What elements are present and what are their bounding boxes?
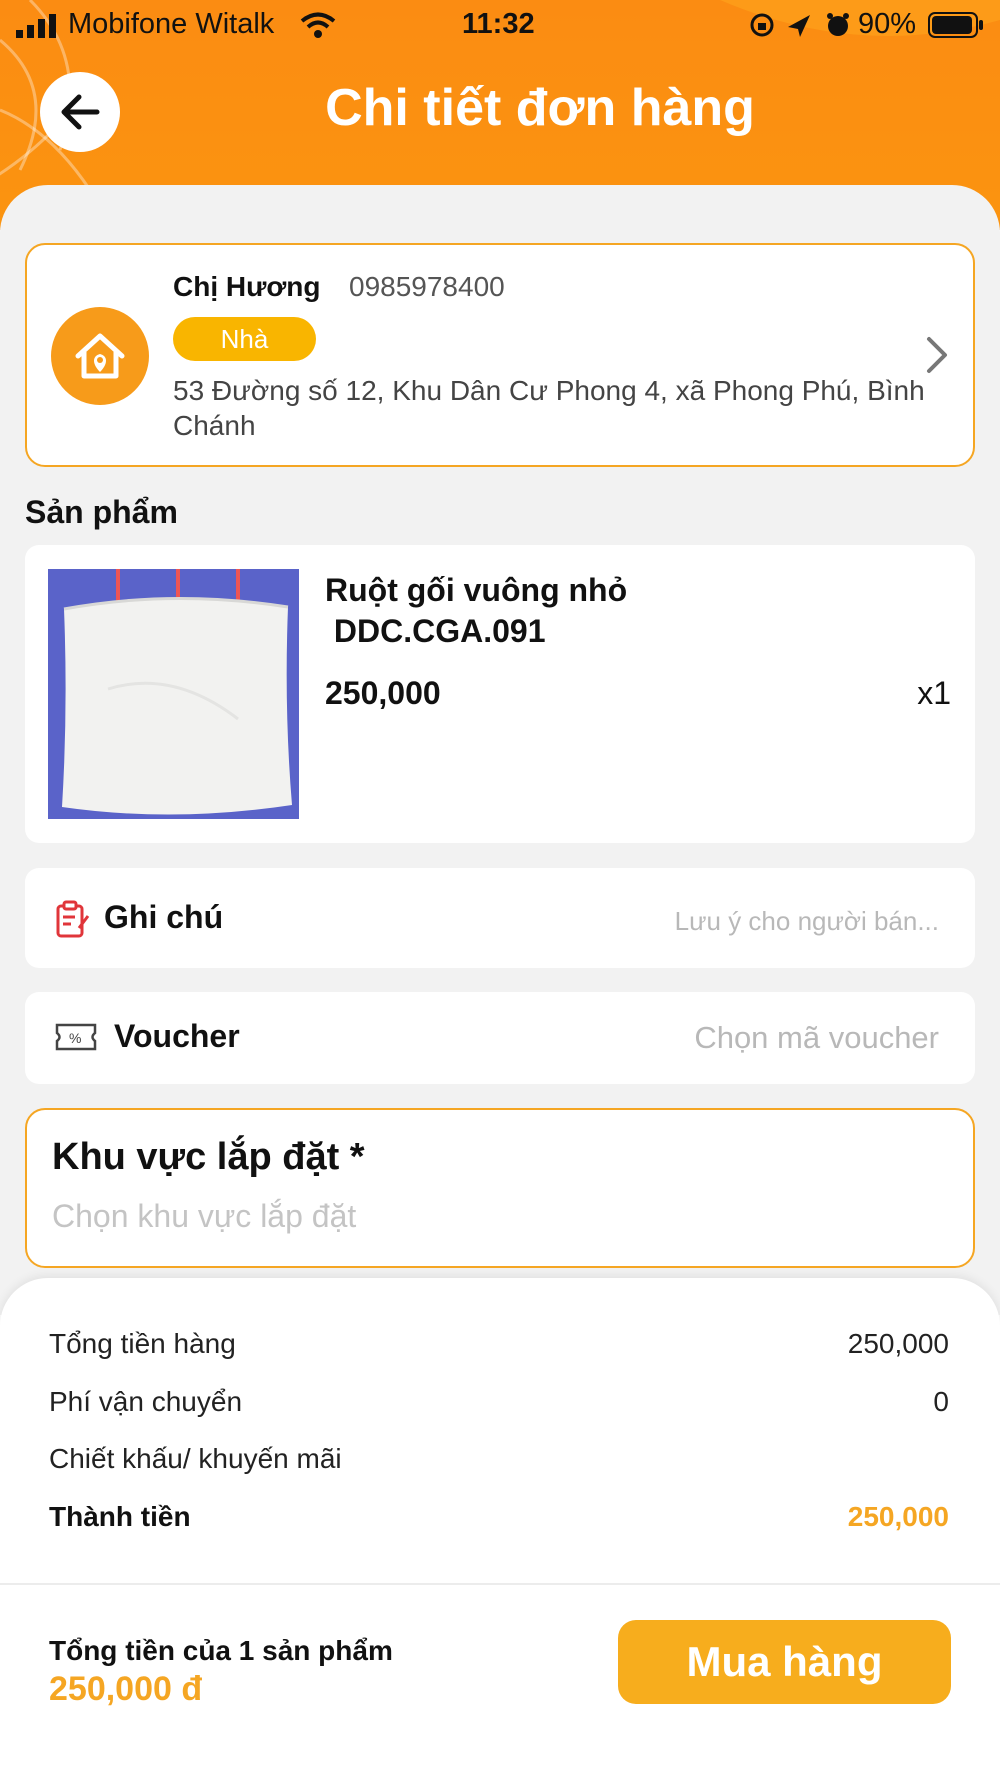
shipping-label: Phí vận chuyển	[49, 1386, 243, 1417]
battery-icon	[928, 12, 983, 38]
alarm-icon	[827, 13, 849, 36]
carrier-name: Mobifone Witalk	[68, 8, 275, 40]
home-location-icon	[51, 307, 149, 405]
products-section-title: Sản phẩm	[25, 494, 178, 530]
wifi-icon	[300, 12, 336, 38]
product-image	[48, 569, 299, 819]
product-price: 250,000	[325, 675, 441, 711]
status-bar: Mobifone Witalk 11:32 90%	[0, 0, 1000, 52]
signal-icon	[16, 14, 56, 38]
battery-percent: 90%	[858, 8, 917, 40]
footer-total-amount: 250,000 đ	[49, 1670, 203, 1708]
product-item[interactable]: Ruột gối vuông nhỏ DDC.CGA.091 250,000 x…	[25, 545, 975, 843]
subtotal-value: 250,000	[847, 1328, 949, 1359]
product-name: Ruột gối vuông nhỏ DDC.CGA.091	[325, 572, 628, 649]
note-input[interactable]: Lưu ý cho người bán...	[675, 906, 939, 937]
note-label: Ghi chú	[104, 899, 224, 935]
voucher-ticket-icon: %	[55, 1023, 97, 1051]
buy-button[interactable]: Mua hàng	[618, 1620, 951, 1704]
install-area-title: Khu vực lắp đặt *	[52, 1136, 365, 1178]
address-line: 53 Đường số 12, Khu Dân Cư Phong 4, xã P…	[173, 375, 925, 441]
voucher-label: Voucher	[114, 1018, 240, 1054]
svg-text:%: %	[69, 1030, 81, 1046]
note-row[interactable]: Ghi chú Lưu ý cho người bán...	[25, 868, 975, 968]
discount-label: Chiết khấu/ khuyến mãi	[49, 1443, 342, 1474]
shipping-value: 0	[933, 1386, 949, 1417]
footer-divider	[0, 1583, 1000, 1585]
install-area-field[interactable]: Khu vực lắp đặt * Chọn khu vực lắp đặt	[25, 1108, 975, 1268]
location-arrow-icon	[788, 15, 810, 37]
recipient-name: Chị Hương	[173, 271, 321, 302]
footer-total-label: Tổng tiền của 1 sản phẩm	[49, 1635, 393, 1666]
install-area-select[interactable]: Chọn khu vực lắp đặt	[52, 1198, 356, 1235]
voucher-row[interactable]: % Voucher Chọn mã voucher	[25, 992, 975, 1084]
subtotal-label: Tổng tiền hàng	[49, 1328, 236, 1359]
note-edit-icon	[56, 900, 90, 938]
chevron-right-icon	[927, 337, 947, 373]
status-time: 11:32	[462, 8, 535, 40]
total-label: Thành tiền	[49, 1501, 191, 1532]
product-quantity: x1	[917, 675, 951, 711]
page-title: Chi tiết đơn hàng	[325, 79, 755, 137]
recipient-phone: 0985978400	[349, 271, 505, 302]
rotation-lock-icon	[750, 13, 774, 37]
shipping-address-card[interactable]: Chị Hương 0985978400 Nhà 53 Đường số 12,…	[25, 243, 975, 467]
address-type-badge: Nhà	[173, 317, 316, 361]
status-icons	[750, 13, 849, 37]
total-value: 250,000	[847, 1501, 949, 1532]
voucher-select[interactable]: Chọn mã voucher	[694, 1020, 939, 1056]
